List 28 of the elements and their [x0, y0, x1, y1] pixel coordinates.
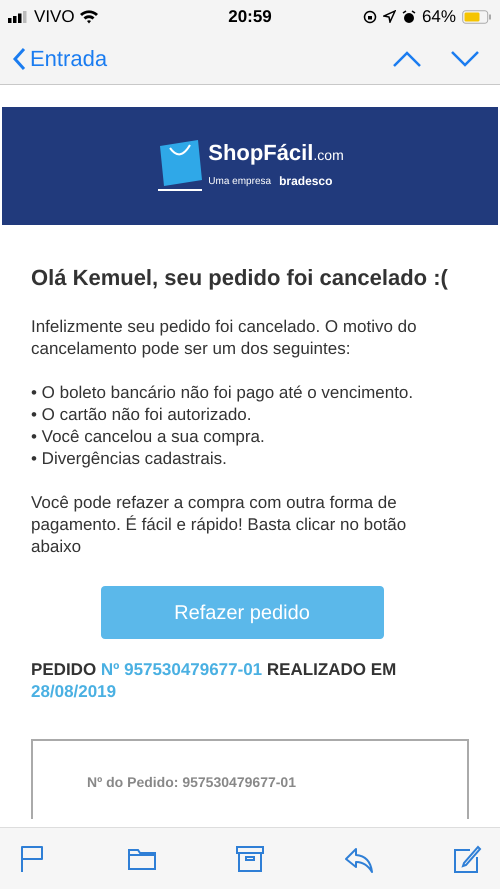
location-icon — [382, 10, 396, 23]
battery-percent: 64% — [422, 6, 456, 28]
compose-icon[interactable] — [452, 844, 482, 874]
reason-item: • Divergências cadastrais. — [31, 448, 228, 470]
order-summary: PEDIDO Nº 957530479677-01 REALIZADO EM 28/08/2019 — [31, 659, 398, 703]
battery-icon — [462, 10, 492, 24]
clock-time: 20:59 — [227, 6, 273, 28]
chevron-left-icon — [12, 46, 26, 70]
reason-item: • O boleto bancário não foi pago até o vencimento. — [31, 382, 414, 404]
reorder-button[interactable]: Refazer pedido — [100, 586, 384, 639]
chevron-up-icon[interactable] — [392, 50, 422, 68]
back-button[interactable]: Entrada — [12, 42, 108, 75]
alarm-icon — [402, 10, 416, 24]
brand-logo: ShopFácil.com — [208, 142, 344, 164]
intro-paragraph: Infelizmente seu pedido foi cancelado. O motivo do cancelamento pode ser um dos seguintes: — [31, 316, 418, 360]
email-heading: Olá Kemuel, seu pedido foi cancelado :( — [31, 264, 449, 292]
tagline: Uma empresa — [208, 174, 272, 188]
wifi-icon — [78, 9, 99, 24]
rotation-lock-icon — [362, 10, 377, 24]
outro-paragraph: Você pode refazer a compra com outra forma de pagamento. É fácil e rápido! Basta clicar no botão abaixo — [31, 492, 408, 558]
reason-item: • O cartão não foi autorizado. — [31, 404, 252, 426]
shopping-bag-icon — [156, 138, 204, 194]
carrier-name: VIVO — [34, 6, 75, 28]
order-number: Nº do Pedido: 957530479677-01 — [87, 774, 296, 790]
chevron-down-icon[interactable] — [450, 50, 480, 68]
archive-box-icon[interactable] — [235, 844, 265, 874]
parent-logo: bradesco — [279, 173, 332, 190]
reason-item: • Você cancelou a sua compra. — [31, 426, 266, 448]
